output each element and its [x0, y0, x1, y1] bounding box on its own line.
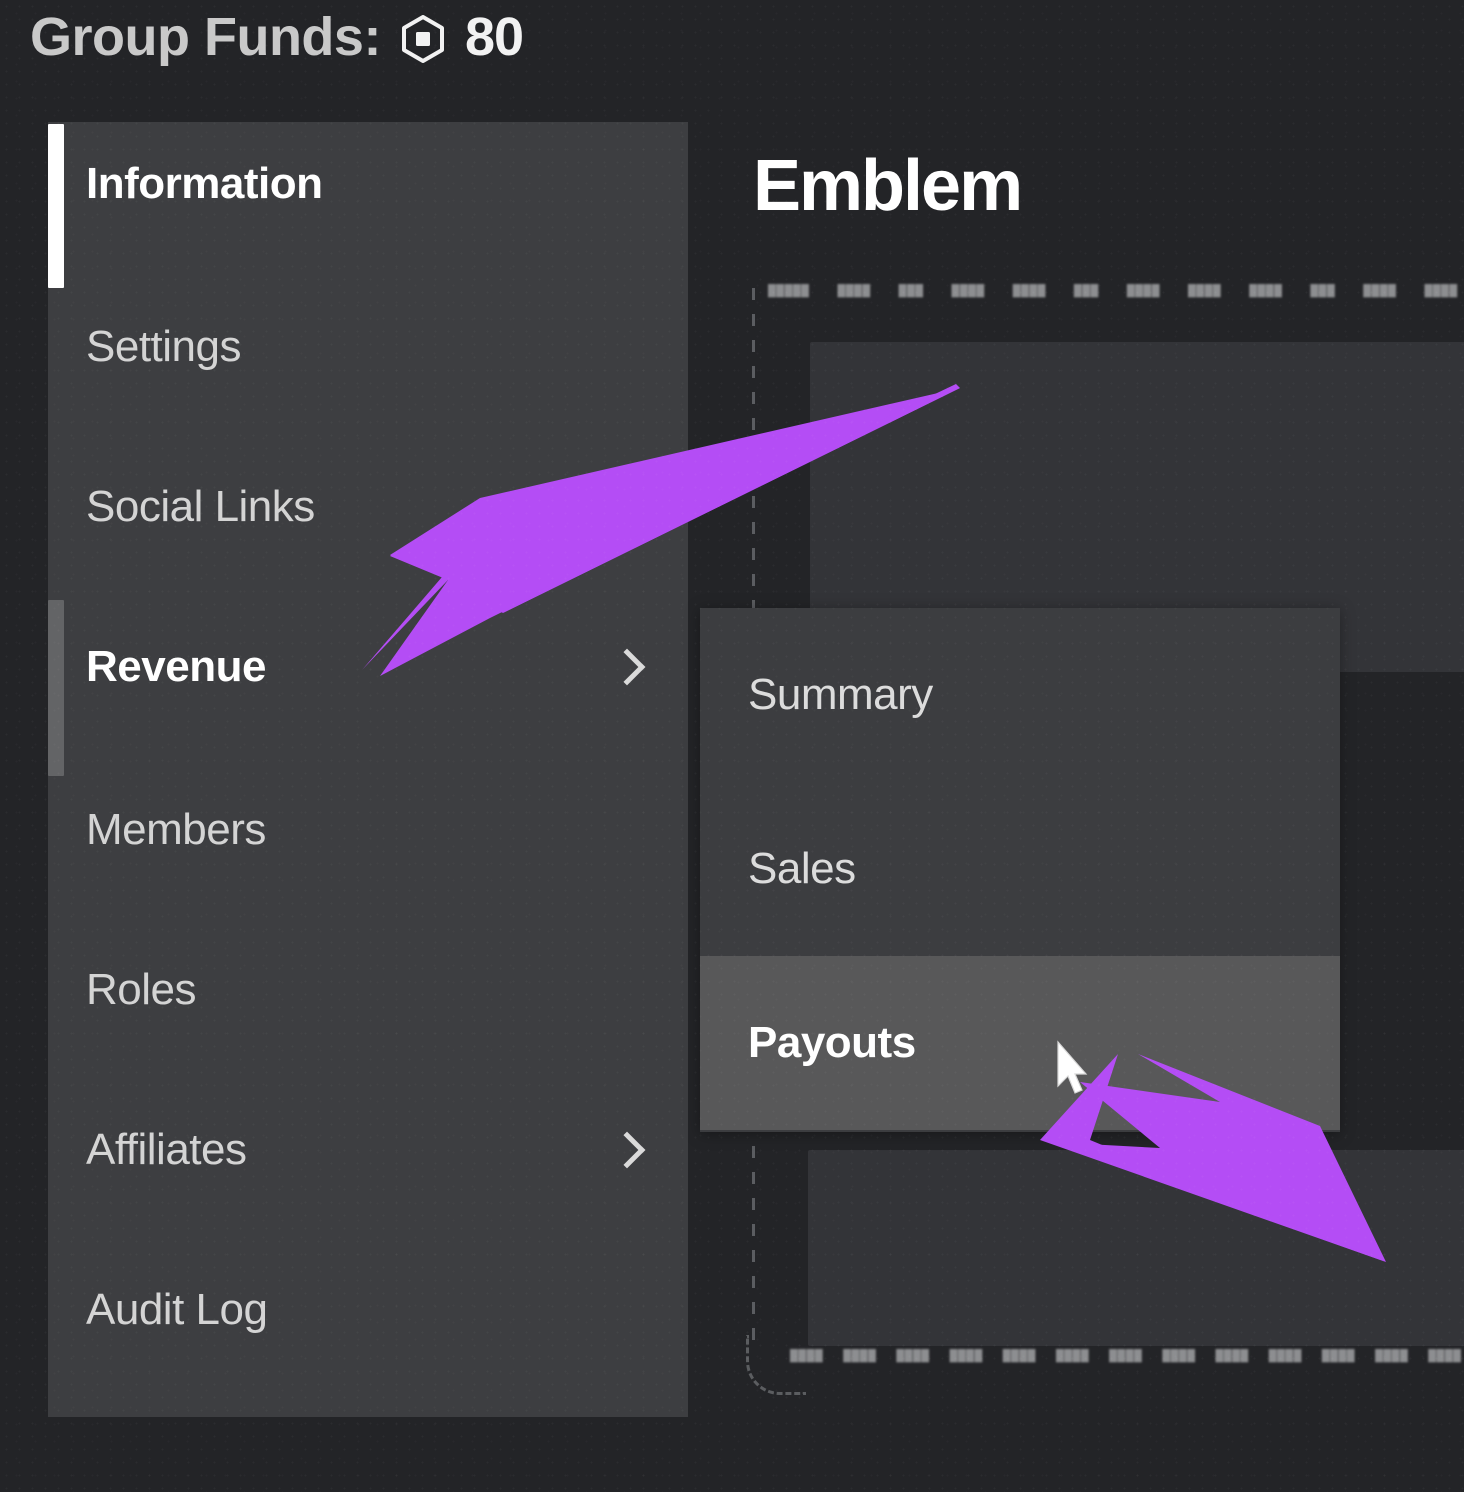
sidebar-item-social-links[interactable]: Social Links	[48, 447, 688, 567]
tick-label: ████	[1363, 285, 1397, 297]
group-funds-label: Group Funds:	[30, 7, 381, 67]
submenu-item-label: Sales	[748, 844, 856, 893]
sidebar-item-roles[interactable]: Roles	[48, 930, 688, 1050]
tick-label: ████	[837, 285, 871, 297]
tick-label: ████	[843, 1350, 877, 1362]
tick-label: ████	[1424, 285, 1458, 297]
tick-label: ████	[1215, 1350, 1249, 1362]
tick-label: █████	[768, 285, 810, 297]
tick-label: ████	[1012, 285, 1046, 297]
sidebar-item-label: Settings	[86, 322, 241, 371]
tick-label: ████	[951, 285, 985, 297]
tick-label: ███	[1073, 285, 1099, 297]
sidebar-item-members[interactable]: Members	[48, 770, 688, 890]
sidebar-item-label: Roles	[86, 965, 197, 1014]
sidebar-item-label: Affiliates	[86, 1125, 247, 1174]
group-funds-header: Group Funds: 80	[30, 6, 524, 68]
tick-label: ███	[898, 285, 924, 297]
robux-icon	[399, 15, 447, 63]
tick-label: ████	[1268, 1350, 1302, 1362]
tick-label: ████	[1428, 1350, 1462, 1362]
tick-label: ████	[896, 1350, 930, 1362]
tick-label: ████	[1249, 285, 1283, 297]
revenue-submenu: Summary Sales Payouts	[700, 608, 1340, 1132]
tick-label: ████	[1055, 1350, 1090, 1362]
tick-label: ████	[949, 1350, 983, 1362]
app-root: Emblem █████ ████ ███ ████ ████ ███ ████ ████ ██…	[0, 0, 1464, 1492]
sidebar-item-settings[interactable]: Settings	[48, 287, 688, 407]
tick-label: ████	[1321, 1350, 1356, 1362]
tick-label: ███	[1310, 285, 1336, 297]
tick-label: ████	[1002, 1350, 1036, 1362]
page-title: Emblem	[753, 146, 1023, 226]
mouse-cursor	[1055, 1040, 1089, 1098]
submenu-item-label: Summary	[748, 670, 933, 719]
submenu-item-payouts[interactable]: Payouts	[700, 956, 1340, 1130]
dashed-guide-curve	[746, 1335, 806, 1395]
sidebar-item-label: Members	[86, 805, 266, 854]
tick-label: ████	[1375, 1350, 1409, 1362]
sidebar-item-label: Revenue	[86, 642, 266, 691]
group-funds-amount: 80	[464, 7, 524, 67]
sidebar-item-label: Social Links	[86, 482, 315, 531]
group-settings-sidebar: Information Settings Social Links Revenue Me…	[48, 122, 688, 1417]
tick-label: ████	[790, 1350, 824, 1362]
tick-label: ████	[1126, 285, 1160, 297]
tick-row-top: █████ ████ ███ ████ ████ ███ ████ ████ ████ ███ ██…	[768, 285, 1464, 297]
sidebar-item-information[interactable]: Information	[48, 124, 688, 244]
chevron-right-icon	[608, 648, 646, 686]
submenu-item-label: Payouts	[748, 1018, 916, 1067]
submenu-item-sales[interactable]: Sales	[700, 782, 1340, 956]
chevron-right-icon	[608, 1131, 646, 1169]
sidebar-item-label: Information	[86, 159, 323, 208]
content-card-bottom	[808, 1150, 1464, 1346]
sidebar-item-affiliates[interactable]: Affiliates	[48, 1090, 688, 1210]
tick-row-bottom: ████ ████ ████ ████ ████ ████ ████ ████ ████ ████…	[790, 1350, 1464, 1362]
tick-label: ████	[1109, 1350, 1143, 1362]
sidebar-item-audit-log[interactable]: Audit Log	[48, 1250, 688, 1370]
tick-label: ████	[1188, 285, 1222, 297]
sidebar-item-label: Audit Log	[86, 1285, 268, 1334]
sidebar-item-revenue[interactable]: Revenue	[48, 607, 688, 727]
submenu-item-summary[interactable]: Summary	[700, 608, 1340, 782]
tick-label: ████	[1162, 1350, 1196, 1362]
